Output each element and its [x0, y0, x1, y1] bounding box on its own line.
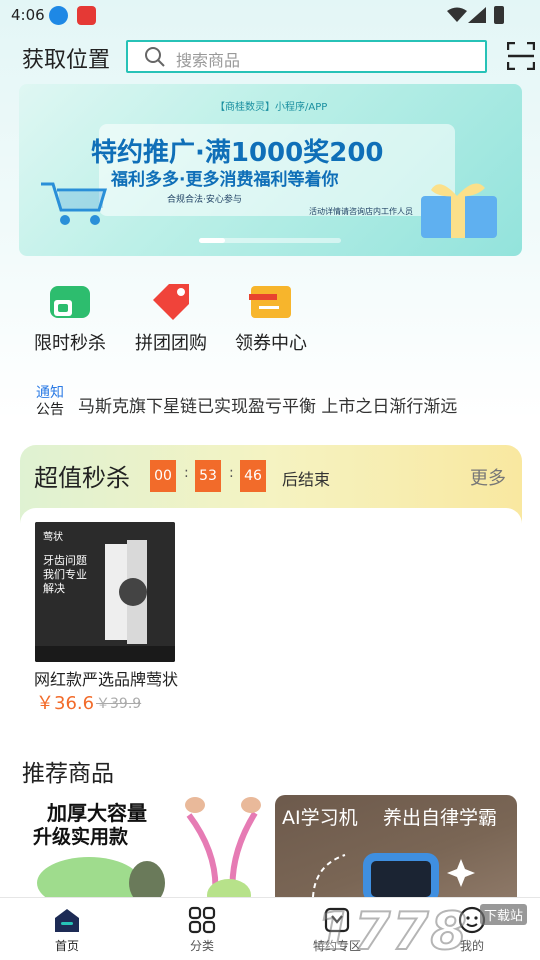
product-image[interactable]: 莺状 牙齿问题 我们专业 解决: [35, 522, 175, 662]
product-original-price: ￥39.9: [96, 696, 142, 712]
nav-label: 分类: [189, 939, 214, 953]
header: 获取位置 搜索商品: [0, 40, 540, 76]
home-icon: [53, 906, 81, 934]
search-placeholder: 搜索商品: [176, 51, 241, 70]
countdown-suffix: 后结束: [282, 470, 331, 489]
app-notification-icon: [77, 6, 96, 25]
nav-home[interactable]: 首页: [27, 906, 107, 954]
status-bar: 4:06: [0, 0, 540, 32]
site-watermark: 1778 下载站: [315, 900, 540, 960]
promo-banner[interactable]: 【商桂数灵】小程序/APP 特约推广·满1000奖200 福利多多·更多消费福利…: [19, 84, 522, 256]
notice-badge: 通知 公告: [36, 385, 64, 419]
wifi-icon: [447, 7, 467, 22]
trash-bag-image: [37, 797, 261, 897]
banner-tagline: 合规合法·安心参与: [167, 195, 242, 205]
product-image-line: 解决: [43, 582, 65, 595]
notice-bar[interactable]: 通知 公告 马斯克旗下星链已实现盈亏平衡 上市之日渐行渐远: [36, 385, 516, 425]
recommended-card[interactable]: 加厚大容量 升级实用款: [19, 795, 261, 897]
quick-menu-label: 领券中心: [235, 333, 307, 354]
recommended-card-line1: AI学习机: [282, 807, 358, 829]
countdown-minutes: 53: [195, 460, 221, 492]
banner-title: 特约推广·满1000奖200: [91, 138, 384, 168]
quick-menu-flash-sale[interactable]: 限时秒杀: [25, 282, 115, 355]
search-icon: [145, 47, 165, 67]
location-button[interactable]: 获取位置: [22, 42, 110, 74]
quick-menu-coupon[interactable]: 领券中心: [226, 282, 316, 355]
nav-category[interactable]: 分类: [162, 906, 242, 954]
battery-icon: [494, 6, 504, 24]
quick-menu-label: 限时秒杀: [34, 333, 106, 354]
banner-note: 活动详情请咨询店内工作人员: [309, 207, 413, 216]
countdown-separator: :: [184, 465, 189, 481]
recommended-title: 推荐商品: [22, 761, 114, 787]
notice-badge-top: 通知: [36, 385, 64, 401]
recommended-card[interactable]: AI学习机 养出自律学霸: [275, 795, 517, 897]
flash-sale-title: 超值秒杀: [34, 464, 130, 492]
banner-pagination-active: [199, 238, 225, 243]
product-name[interactable]: 网红款严选品牌莺状牙膏: [34, 666, 178, 690]
watermark-tag: 下载站: [480, 904, 528, 925]
countdown-seconds: 46: [240, 460, 266, 492]
coupon-icon: [249, 282, 293, 322]
notice-badge-bottom: 公告: [36, 402, 64, 418]
countdown-hours: 00: [150, 460, 176, 492]
status-time: 4:06: [11, 6, 45, 24]
recommended-card-line2: 养出自律学霸: [383, 807, 498, 829]
flash-sale-section: 超值秒杀 00 : 53 : 46 后结束 更多 莺状 牙齿问题 我们专业 解决…: [20, 445, 522, 725]
countdown-separator: :: [229, 465, 234, 481]
flash-sale-icon: [48, 282, 92, 322]
product-price: ￥36.6: [36, 693, 95, 714]
nav-label: 首页: [54, 939, 79, 953]
quick-menu-label: 拼团团购: [135, 333, 207, 354]
group-buy-tag-icon: [149, 282, 193, 322]
flash-sale-more-link[interactable]: 更多: [470, 464, 506, 490]
product-image-brand: 莺状: [43, 532, 63, 543]
category-grid-icon: [188, 906, 216, 934]
banner-subtitle: 福利多多·更多消费福利等着你: [111, 170, 339, 190]
search-input[interactable]: 搜索商品: [126, 40, 487, 73]
quick-menu-group-buy[interactable]: 拼团团购: [126, 282, 216, 355]
signal-icon: [468, 7, 486, 23]
download-notification-icon: [49, 6, 68, 25]
scan-icon[interactable]: [507, 42, 535, 70]
notice-text: 马斯克旗下星链已实现盈亏平衡 上市之日渐行渐远: [78, 397, 458, 417]
shopping-cart-icon: [41, 182, 108, 225]
gift-box-icon: [421, 183, 497, 238]
watermark-text: 1778: [315, 901, 469, 960]
banner-mini-program-label: 【商桂数灵】小程序/APP: [215, 102, 328, 113]
